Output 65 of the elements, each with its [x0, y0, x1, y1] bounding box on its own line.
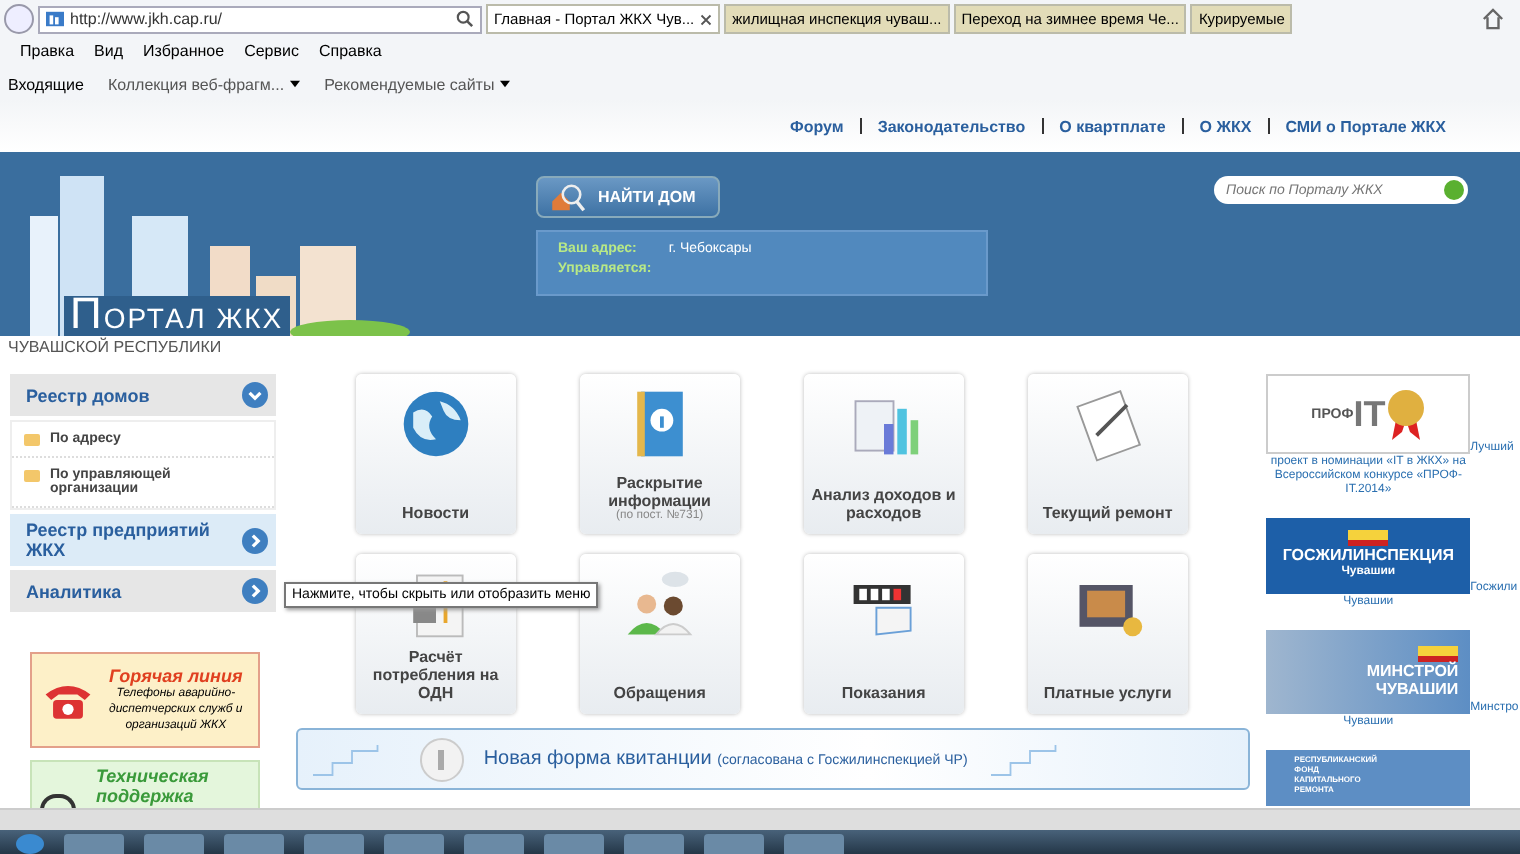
banner-text: ЧУВАШИИ	[1375, 680, 1459, 698]
dropdown-caret-icon[interactable]	[500, 80, 511, 88]
tile-label: Раскрытие информации	[606, 474, 713, 510]
taskbar-app-icon[interactable]	[304, 834, 364, 854]
dropdown-caret-icon[interactable]	[290, 80, 301, 88]
tile-label: Обращения	[613, 684, 706, 702]
menu-tile[interactable]: Анализ доходов и расходов	[803, 374, 964, 534]
medal-icon	[1385, 388, 1426, 440]
menu-item[interactable]: Правка	[20, 42, 75, 66]
find-house-button[interactable]: НАЙТИ ДОМ	[536, 176, 720, 218]
taskbar-app-icon[interactable]	[64, 834, 124, 854]
sidebar-section[interactable]: Реестр домов	[10, 374, 276, 416]
taskbar-app-icon[interactable]	[704, 834, 764, 854]
close-icon[interactable]	[700, 13, 713, 25]
nav-link[interactable]: СМИ о Портале ЖКХ	[1285, 117, 1446, 135]
sidebar-section[interactable]: Реестр предприятий ЖКХ	[10, 514, 276, 566]
flag-icon	[1418, 646, 1459, 662]
flag-icon	[1348, 530, 1389, 546]
page-icon	[46, 10, 64, 28]
tile-label: Текущий ремонт	[1042, 504, 1173, 522]
address-field[interactable]: http://www.jkh.cap.ru/	[38, 5, 482, 33]
taskbar-app-icon[interactable]	[544, 834, 604, 854]
nav-link[interactable]: О ЖКХ	[1199, 117, 1252, 135]
hotline-title: Горячая линия	[107, 666, 245, 686]
sidebar-section[interactable]: Аналитика	[10, 570, 276, 612]
tile-label: Расчёт потребления на ОДН	[370, 648, 501, 702]
exclamation-icon	[419, 737, 464, 781]
menu-item[interactable]: Сервис	[244, 42, 299, 66]
start-button[interactable]	[16, 834, 44, 854]
banner-text: МИНСТРОЙ	[1366, 662, 1459, 680]
banner-text: ГОСЖИЛИНСПЕКЦИЯ	[1282, 546, 1454, 564]
magnifier-house-icon	[550, 183, 586, 211]
menu-item[interactable]: Избранное	[143, 42, 225, 66]
favorites-link[interactable]: Коллекция веб-фрагм...	[107, 75, 285, 93]
nav-link[interactable]: Форум	[790, 117, 844, 135]
taskbar-app-icon[interactable]	[784, 834, 844, 854]
banner-text: IT	[1353, 393, 1386, 435]
menu-tile[interactable]: Платные услуги	[1027, 554, 1188, 714]
menu-tile[interactable]: Показания	[803, 554, 964, 714]
folder-icon	[24, 434, 40, 446]
nav-link[interactable]: О квартплате	[1059, 117, 1166, 135]
menu-item[interactable]: Вид	[94, 42, 124, 66]
taskbar-app-icon[interactable]	[144, 834, 204, 854]
folder-icon	[24, 470, 40, 482]
menu-tile[interactable]: Новости	[355, 374, 516, 534]
taskbar-app-icon[interactable]	[224, 834, 284, 854]
favorites-link[interactable]: Входящие	[8, 75, 84, 93]
portal-logo: П ОРТАЛ ЖКХ	[64, 296, 290, 336]
region-caption: ЧУВАШСКОЙ РЕСПУБЛИКИ	[6, 336, 224, 360]
horizontal-scrollbar[interactable]	[0, 808, 1520, 830]
support-text: поддержка	[96, 786, 196, 806]
taskbar-app-icon[interactable]	[464, 834, 524, 854]
favorites-link[interactable]: Рекомендуемые сайты	[324, 75, 495, 93]
home-icon[interactable]	[1482, 8, 1504, 30]
taskbar-app-icon[interactable]	[624, 834, 684, 854]
tile-label: Платные услуги	[1043, 684, 1172, 702]
address-text: http://www.jkh.cap.ru/	[70, 10, 225, 28]
taskbar-app-icon[interactable]	[384, 834, 444, 854]
tile-label: Новости	[402, 504, 470, 522]
tile-label: Показания	[841, 684, 926, 702]
support-title: Техническая	[96, 766, 209, 786]
menu-item[interactable]: Справка	[318, 42, 382, 66]
menu-tile[interactable]: Текущий ремонт	[1027, 374, 1188, 534]
tile-label: Анализ доходов и расходов	[809, 486, 958, 522]
nav-link[interactable]: Законодательство	[877, 117, 1026, 135]
